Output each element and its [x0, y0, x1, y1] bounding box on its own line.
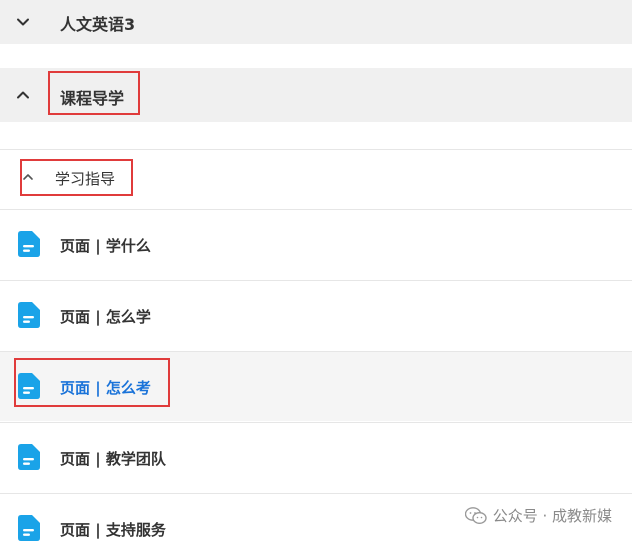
subsection-title: 学习指导 [55, 170, 116, 188]
section-header-previous[interactable]: 人文英语3 [0, 0, 632, 44]
item-label: 页面 | 学什么 [60, 237, 151, 255]
list-item[interactable]: 页面 | 学什么 [0, 209, 632, 279]
wechat-icon [464, 506, 487, 524]
chevron-down-icon[interactable] [16, 15, 30, 29]
item-label: 页面 | 支持服务 [60, 521, 166, 539]
item-label: 页面 | 怎么学 [60, 308, 151, 326]
document-icon [18, 515, 40, 541]
chevron-up-icon[interactable] [16, 88, 30, 102]
document-icon [18, 444, 40, 470]
document-icon [18, 302, 40, 328]
document-icon [18, 373, 40, 399]
item-label: 页面 | 怎么考 [60, 379, 151, 397]
watermark-text: 公众号 · 成教新媒 [492, 507, 612, 525]
document-icon [18, 231, 40, 257]
chevron-up-icon[interactable] [22, 171, 34, 183]
list-item-active[interactable]: 页面 | 怎么考 [0, 351, 632, 421]
list-item[interactable]: 页面 | 怎么学 [0, 280, 632, 350]
section-header-course-guide[interactable]: 课程导学 [0, 68, 632, 122]
watermark: 公众号 · 成教新媒 [464, 505, 612, 526]
section-title-course-guide: 课程导学 [60, 89, 125, 108]
item-label: 页面 | 教学团队 [60, 450, 166, 468]
section-title-previous: 人文英语3 [60, 15, 136, 34]
list-item[interactable]: 页面 | 教学团队 [0, 422, 632, 492]
